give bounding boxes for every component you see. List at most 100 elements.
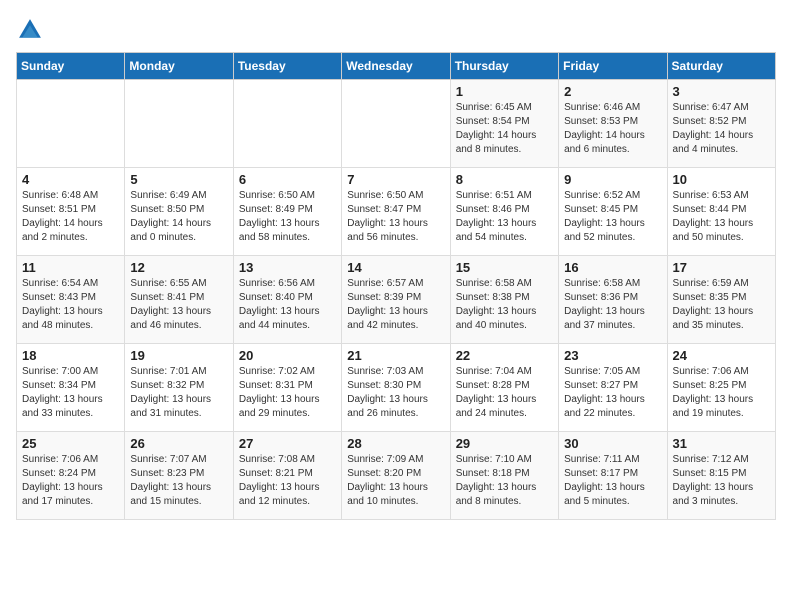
- day-number: 4: [22, 172, 119, 187]
- day-number: 8: [456, 172, 553, 187]
- calendar-week-row: 1 Sunrise: 6:45 AM Sunset: 8:54 PM Daylig…: [17, 80, 776, 168]
- weekday-header-monday: Monday: [125, 53, 233, 80]
- weekday-header-thursday: Thursday: [450, 53, 558, 80]
- day-number: 15: [456, 260, 553, 275]
- calendar-cell: 4 Sunrise: 6:48 AM Sunset: 8:51 PM Daylig…: [17, 168, 125, 256]
- calendar-cell: 9Sunrise: 6:52 AM Sunset: 8:45 PM Daylig…: [559, 168, 667, 256]
- day-number: 16: [564, 260, 661, 275]
- calendar-week-row: 18 Sunrise: 7:00 AM Sunset: 8:34 PM Dayli…: [17, 344, 776, 432]
- day-info: Sunrise: 6:54 AM Sunset: 8:43 PM Dayligh…: [22, 277, 119, 333]
- calendar-cell: 11 Sunrise: 6:54 AM Sunset: 8:43 PM Dayli…: [17, 256, 125, 344]
- calendar-cell: 21 Sunrise: 7:03 AM Sunset: 8:30 PM Dayli…: [342, 344, 450, 432]
- day-info: Sunrise: 6:55 AM Sunset: 8:41 PM Dayligh…: [130, 277, 227, 333]
- day-number: 25: [22, 436, 119, 451]
- calendar-cell: [233, 80, 341, 168]
- day-info: Sunrise: 7:01 AM Sunset: 8:32 PM Dayligh…: [130, 365, 227, 421]
- day-number: 30: [564, 436, 661, 451]
- calendar-cell: 2Sunrise: 6:46 AM Sunset: 8:53 PM Daylig…: [559, 80, 667, 168]
- calendar-cell: 1 Sunrise: 6:45 AM Sunset: 8:54 PM Daylig…: [450, 80, 558, 168]
- calendar-cell: 26 Sunrise: 7:07 AM Sunset: 8:23 PM Dayli…: [125, 432, 233, 520]
- calendar-week-row: 11 Sunrise: 6:54 AM Sunset: 8:43 PM Dayli…: [17, 256, 776, 344]
- day-info: Sunrise: 6:51 AM Sunset: 8:46 PM Dayligh…: [456, 189, 553, 245]
- logo-icon: [16, 16, 44, 44]
- day-info: Sunrise: 6:58 AM Sunset: 8:36 PM Dayligh…: [564, 277, 661, 333]
- day-info: Sunrise: 6:56 AM Sunset: 8:40 PM Dayligh…: [239, 277, 336, 333]
- day-number: 3: [673, 84, 770, 99]
- weekday-header-tuesday: Tuesday: [233, 53, 341, 80]
- day-info: Sunrise: 7:06 AM Sunset: 8:24 PM Dayligh…: [22, 453, 119, 509]
- calendar-cell: 3 Sunrise: 6:47 AM Sunset: 8:52 PM Daylig…: [667, 80, 775, 168]
- day-number: 2: [564, 84, 661, 99]
- day-number: 7: [347, 172, 444, 187]
- day-info: Sunrise: 6:48 AM Sunset: 8:51 PM Dayligh…: [22, 189, 119, 245]
- day-info: Sunrise: 7:08 AM Sunset: 8:21 PM Dayligh…: [239, 453, 336, 509]
- day-info: Sunrise: 7:05 AM Sunset: 8:27 PM Dayligh…: [564, 365, 661, 421]
- day-number: 13: [239, 260, 336, 275]
- calendar-table: SundayMondayTuesdayWednesdayThursdayFrid…: [16, 52, 776, 520]
- day-info: Sunrise: 7:06 AM Sunset: 8:25 PM Dayligh…: [673, 365, 770, 421]
- day-info: Sunrise: 6:59 AM Sunset: 8:35 PM Dayligh…: [673, 277, 770, 333]
- day-info: Sunrise: 6:47 AM Sunset: 8:52 PM Dayligh…: [673, 101, 770, 157]
- day-info: Sunrise: 6:45 AM Sunset: 8:54 PM Dayligh…: [456, 101, 553, 157]
- day-info: Sunrise: 7:11 AM Sunset: 8:17 PM Dayligh…: [564, 453, 661, 509]
- calendar-cell: 7 Sunrise: 6:50 AM Sunset: 8:47 PM Daylig…: [342, 168, 450, 256]
- day-info: Sunrise: 6:52 AM Sunset: 8:45 PM Dayligh…: [564, 189, 661, 245]
- day-info: Sunrise: 7:04 AM Sunset: 8:28 PM Dayligh…: [456, 365, 553, 421]
- calendar-cell: 12 Sunrise: 6:55 AM Sunset: 8:41 PM Dayli…: [125, 256, 233, 344]
- day-info: Sunrise: 7:12 AM Sunset: 8:15 PM Dayligh…: [673, 453, 770, 509]
- calendar-cell: [125, 80, 233, 168]
- day-number: 28: [347, 436, 444, 451]
- calendar-week-row: 4 Sunrise: 6:48 AM Sunset: 8:51 PM Daylig…: [17, 168, 776, 256]
- day-number: 26: [130, 436, 227, 451]
- calendar-cell: 6Sunrise: 6:50 AM Sunset: 8:49 PM Daylig…: [233, 168, 341, 256]
- calendar-cell: 25 Sunrise: 7:06 AM Sunset: 8:24 PM Dayli…: [17, 432, 125, 520]
- day-number: 5: [130, 172, 227, 187]
- calendar-cell: [342, 80, 450, 168]
- calendar-cell: 28 Sunrise: 7:09 AM Sunset: 8:20 PM Dayli…: [342, 432, 450, 520]
- day-number: 6: [239, 172, 336, 187]
- day-info: Sunrise: 7:02 AM Sunset: 8:31 PM Dayligh…: [239, 365, 336, 421]
- calendar-cell: 13 Sunrise: 6:56 AM Sunset: 8:40 PM Dayli…: [233, 256, 341, 344]
- logo: [16, 16, 48, 44]
- day-number: 14: [347, 260, 444, 275]
- day-number: 21: [347, 348, 444, 363]
- day-number: 29: [456, 436, 553, 451]
- calendar-cell: 27Sunrise: 7:08 AM Sunset: 8:21 PM Dayli…: [233, 432, 341, 520]
- day-number: 11: [22, 260, 119, 275]
- day-info: Sunrise: 6:49 AM Sunset: 8:50 PM Dayligh…: [130, 189, 227, 245]
- calendar-cell: 5 Sunrise: 6:49 AM Sunset: 8:50 PM Daylig…: [125, 168, 233, 256]
- calendar-cell: 16 Sunrise: 6:58 AM Sunset: 8:36 PM Dayli…: [559, 256, 667, 344]
- day-info: Sunrise: 7:10 AM Sunset: 8:18 PM Dayligh…: [456, 453, 553, 509]
- day-info: Sunrise: 6:58 AM Sunset: 8:38 PM Dayligh…: [456, 277, 553, 333]
- day-number: 12: [130, 260, 227, 275]
- calendar-cell: 20 Sunrise: 7:02 AM Sunset: 8:31 PM Dayli…: [233, 344, 341, 432]
- weekday-header-wednesday: Wednesday: [342, 53, 450, 80]
- day-info: Sunrise: 6:50 AM Sunset: 8:47 PM Dayligh…: [347, 189, 444, 245]
- calendar-cell: 14Sunrise: 6:57 AM Sunset: 8:39 PM Dayli…: [342, 256, 450, 344]
- day-number: 1: [456, 84, 553, 99]
- calendar-cell: 19 Sunrise: 7:01 AM Sunset: 8:32 PM Dayli…: [125, 344, 233, 432]
- calendar-cell: 23 Sunrise: 7:05 AM Sunset: 8:27 PM Dayli…: [559, 344, 667, 432]
- day-info: Sunrise: 7:09 AM Sunset: 8:20 PM Dayligh…: [347, 453, 444, 509]
- weekday-header-saturday: Saturday: [667, 53, 775, 80]
- day-number: 24: [673, 348, 770, 363]
- page-header: [16, 16, 776, 44]
- day-number: 19: [130, 348, 227, 363]
- day-number: 17: [673, 260, 770, 275]
- calendar-week-row: 25 Sunrise: 7:06 AM Sunset: 8:24 PM Dayli…: [17, 432, 776, 520]
- day-info: Sunrise: 7:07 AM Sunset: 8:23 PM Dayligh…: [130, 453, 227, 509]
- day-number: 20: [239, 348, 336, 363]
- weekday-header-friday: Friday: [559, 53, 667, 80]
- weekday-header-sunday: Sunday: [17, 53, 125, 80]
- calendar-cell: 24 Sunrise: 7:06 AM Sunset: 8:25 PM Dayli…: [667, 344, 775, 432]
- day-info: Sunrise: 7:00 AM Sunset: 8:34 PM Dayligh…: [22, 365, 119, 421]
- day-number: 31: [673, 436, 770, 451]
- day-info: Sunrise: 7:03 AM Sunset: 8:30 PM Dayligh…: [347, 365, 444, 421]
- day-number: 18: [22, 348, 119, 363]
- calendar-cell: 30 Sunrise: 7:11 AM Sunset: 8:17 PM Dayli…: [559, 432, 667, 520]
- calendar-cell: 22 Sunrise: 7:04 AM Sunset: 8:28 PM Dayli…: [450, 344, 558, 432]
- day-number: 22: [456, 348, 553, 363]
- day-number: 23: [564, 348, 661, 363]
- calendar-cell: 31 Sunrise: 7:12 AM Sunset: 8:15 PM Dayli…: [667, 432, 775, 520]
- calendar-cell: 17 Sunrise: 6:59 AM Sunset: 8:35 PM Dayli…: [667, 256, 775, 344]
